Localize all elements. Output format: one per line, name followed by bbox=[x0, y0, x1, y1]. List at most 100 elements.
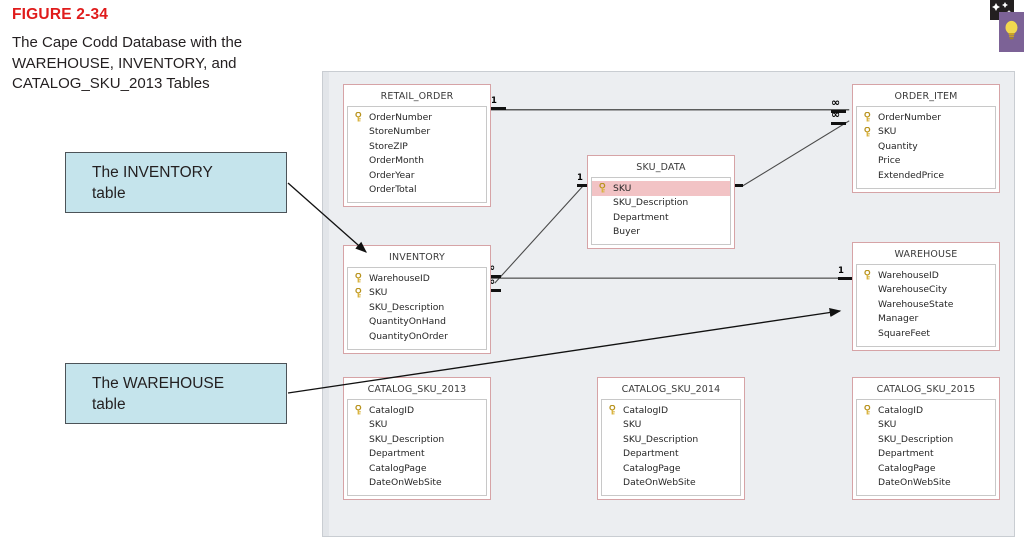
table-box-catalog-sku-2014[interactable]: CATALOG_SKU_2014 CatalogID SKU SKU_Descript… bbox=[597, 377, 745, 500]
callout-inventory-text: The INVENTORY table bbox=[92, 163, 213, 202]
field-name: Department bbox=[878, 448, 934, 460]
field-row[interactable]: Department bbox=[348, 447, 486, 462]
relationships-canvas[interactable]: ORDER_ITEM (inf) : horizontal --> ORDER_… bbox=[322, 71, 1015, 537]
field-row[interactable]: WarehouseCity bbox=[857, 283, 995, 298]
field-row[interactable]: DateOnWebSite bbox=[348, 476, 486, 491]
primary-key-icon bbox=[354, 112, 368, 122]
field-row[interactable]: OrderYear bbox=[348, 168, 486, 183]
field-row[interactable]: StoreZIP bbox=[348, 139, 486, 154]
field-row[interactable]: WarehouseID bbox=[348, 271, 486, 286]
primary-key-icon bbox=[608, 405, 622, 415]
field-row[interactable]: SKU_Description bbox=[348, 432, 486, 447]
cardinality-stub bbox=[831, 122, 846, 125]
primary-key-icon bbox=[863, 405, 877, 415]
cardinality-stub bbox=[838, 277, 853, 280]
field-name: StoreZIP bbox=[369, 140, 408, 152]
field-name: SKU bbox=[878, 126, 897, 138]
field-name: OrderNumber bbox=[369, 111, 433, 123]
field-row[interactable]: CatalogPage bbox=[348, 461, 486, 476]
field-row[interactable]: CatalogPage bbox=[857, 461, 995, 476]
table-box-order-item[interactable]: ORDER_ITEM OrderNumber SKU Quantity Price Ext… bbox=[852, 84, 1000, 193]
table-box-retail-order[interactable]: RETAIL_ORDER OrderNumber StoreNumber StoreZ… bbox=[343, 84, 491, 207]
field-row[interactable]: SKU bbox=[857, 418, 995, 433]
field-name: SKU bbox=[369, 419, 388, 431]
field-row[interactable]: Manager bbox=[857, 312, 995, 327]
field-row-selected[interactable]: SKU bbox=[592, 181, 730, 196]
primary-key-icon bbox=[863, 126, 877, 137]
field-row[interactable]: QuantityOnHand bbox=[348, 315, 486, 330]
primary-key-icon bbox=[863, 270, 877, 280]
table-title: CATALOG_SKU_2015 bbox=[876, 384, 976, 395]
field-row[interactable]: OrderNumber bbox=[857, 110, 995, 125]
table-title: CATALOG_SKU_2013 bbox=[367, 384, 467, 395]
field-name: CatalogID bbox=[369, 404, 415, 416]
field-row[interactable]: CatalogPage bbox=[602, 461, 740, 476]
field-row[interactable]: QuantityOnOrder bbox=[348, 329, 486, 344]
field-row[interactable]: WarehouseID bbox=[857, 268, 995, 283]
field-name: Department bbox=[613, 211, 669, 223]
field-name: OrderNumber bbox=[878, 111, 942, 123]
field-row[interactable]: OrderTotal bbox=[348, 183, 486, 198]
field-row[interactable]: Price bbox=[857, 154, 995, 169]
field-name: Quantity bbox=[878, 140, 918, 152]
field-row[interactable]: Department bbox=[592, 210, 730, 225]
field-row[interactable]: OrderNumber bbox=[348, 110, 486, 125]
field-row[interactable]: Buyer bbox=[592, 225, 730, 240]
field-name: StoreNumber bbox=[369, 126, 431, 138]
field-row[interactable]: CatalogID bbox=[857, 403, 995, 418]
table-title: WAREHOUSE bbox=[894, 249, 958, 260]
field-row[interactable]: SKU bbox=[857, 125, 995, 140]
field-name: Manager bbox=[878, 313, 919, 325]
field-row[interactable]: Quantity bbox=[857, 139, 995, 154]
field-name: CatalogID bbox=[878, 404, 924, 416]
callout-warehouse-text: The WAREHOUSE table bbox=[92, 374, 225, 413]
field-row[interactable]: CatalogID bbox=[348, 403, 486, 418]
field-row[interactable]: CatalogID bbox=[602, 403, 740, 418]
field-name: SquareFeet bbox=[878, 327, 931, 339]
field-name: SKU_Description bbox=[878, 433, 954, 445]
table-box-catalog-sku-2015[interactable]: CATALOG_SKU_2015 CatalogID SKU SKU_Descript… bbox=[852, 377, 1000, 500]
field-row[interactable]: SKU bbox=[602, 418, 740, 433]
field-name: OrderYear bbox=[369, 169, 415, 181]
field-name: ExtendedPrice bbox=[878, 169, 945, 181]
field-row[interactable]: SKU_Description bbox=[592, 196, 730, 211]
field-row[interactable]: StoreNumber bbox=[348, 125, 486, 140]
field-name: OrderMonth bbox=[369, 155, 424, 167]
table-title: INVENTORY bbox=[389, 252, 445, 263]
table-box-sku-data[interactable]: SKU_DATA SKU SKU_Description Department Buye… bbox=[587, 155, 735, 249]
table-title: ORDER_ITEM bbox=[894, 91, 958, 102]
table-box-inventory[interactable]: INVENTORY WarehouseID SKU SKU_Description Qu… bbox=[343, 245, 491, 354]
table-title: SKU_DATA bbox=[636, 162, 686, 173]
field-name: Department bbox=[369, 448, 425, 460]
field-name: DateOnWebSite bbox=[623, 477, 696, 489]
field-name: CatalogPage bbox=[878, 462, 936, 474]
field-name: Department bbox=[623, 448, 679, 460]
field-name: DateOnWebSite bbox=[878, 477, 951, 489]
table-box-catalog-sku-2013[interactable]: CATALOG_SKU_2013 CatalogID SKU SKU_Descript… bbox=[343, 377, 491, 500]
primary-key-icon bbox=[354, 273, 368, 283]
field-name: QuantityOnOrder bbox=[369, 330, 448, 342]
field-name: SKU bbox=[878, 419, 897, 431]
field-list: WarehouseID WarehouseCity WarehouseState Ma… bbox=[856, 264, 996, 347]
field-row[interactable]: Department bbox=[602, 447, 740, 462]
field-row[interactable]: DateOnWebSite bbox=[857, 476, 995, 491]
field-row[interactable]: ExtendedPrice bbox=[857, 168, 995, 183]
field-name: SKU_Description bbox=[369, 433, 445, 445]
field-row[interactable]: SKU_Description bbox=[348, 300, 486, 315]
field-row[interactable]: Department bbox=[857, 447, 995, 462]
field-list: SKU SKU_Description Department Buyer bbox=[591, 177, 731, 245]
figure-caption: FIGURE 2-34 The Cape Codd Database with … bbox=[12, 6, 312, 95]
field-list: CatalogID SKU SKU_Description Department Cat… bbox=[601, 399, 741, 496]
field-row[interactable]: DateOnWebSite bbox=[602, 476, 740, 491]
table-box-warehouse[interactable]: WAREHOUSE WarehouseID WarehouseCity Warehou… bbox=[852, 242, 1000, 351]
field-row[interactable]: SKU_Description bbox=[602, 432, 740, 447]
field-row[interactable]: SKU_Description bbox=[857, 432, 995, 447]
field-name: Price bbox=[878, 155, 901, 167]
field-row[interactable]: SKU bbox=[348, 418, 486, 433]
field-row[interactable]: SquareFeet bbox=[857, 326, 995, 341]
field-row[interactable]: SKU bbox=[348, 286, 486, 301]
field-row[interactable]: OrderMonth bbox=[348, 154, 486, 169]
field-name: CatalogPage bbox=[369, 462, 427, 474]
field-row[interactable]: WarehouseState bbox=[857, 297, 995, 312]
cardinality-orderitem-many-bottom: ∞ bbox=[831, 109, 846, 125]
